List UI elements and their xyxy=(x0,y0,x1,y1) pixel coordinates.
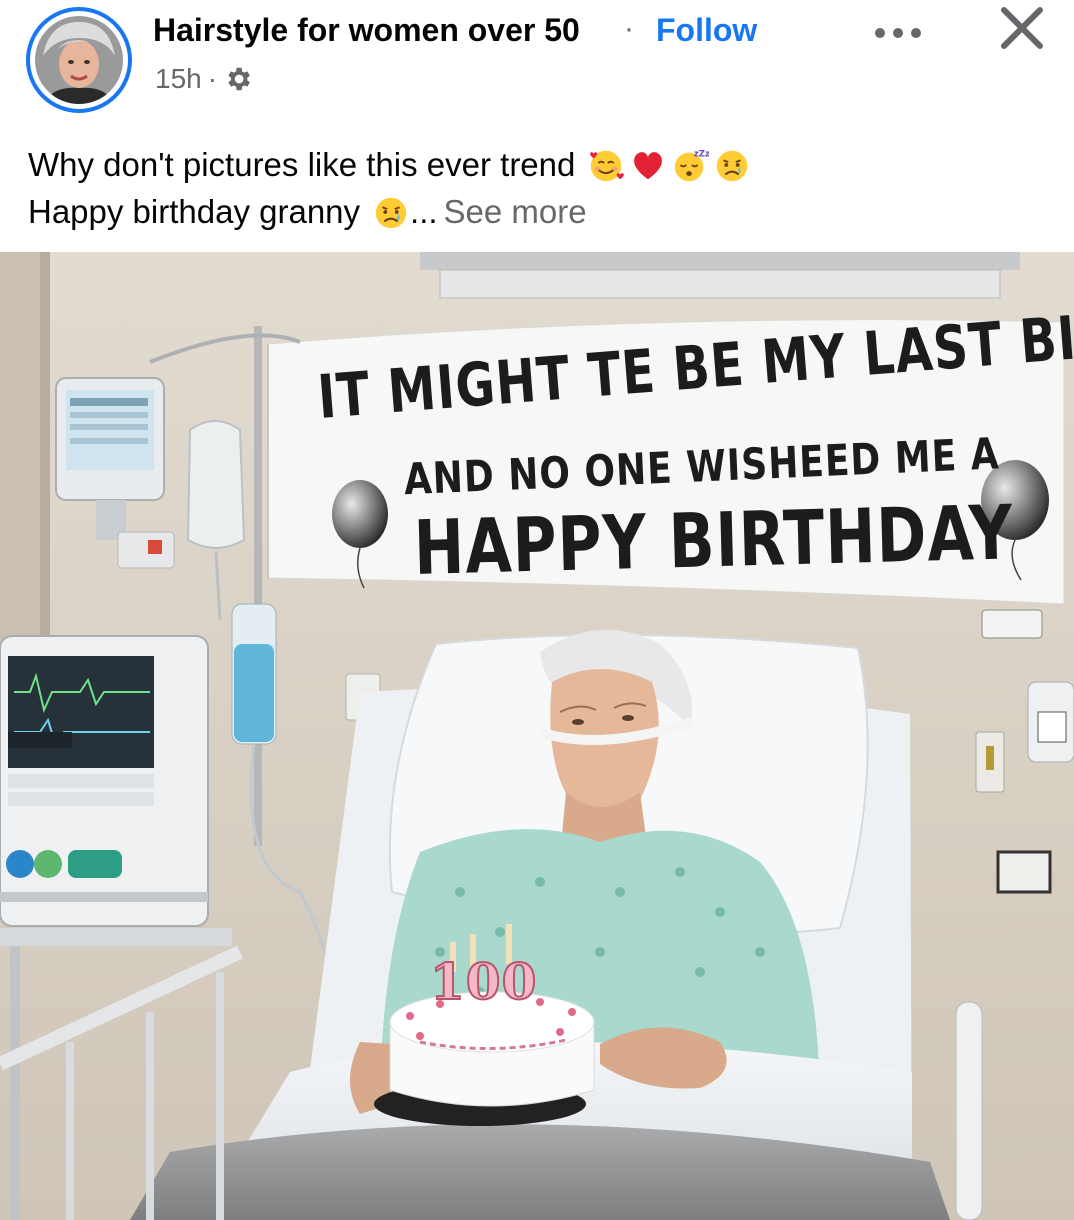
smiling-face-with-hearts-icon xyxy=(590,150,625,181)
more-options-button[interactable] xyxy=(868,16,928,50)
header-separator: · xyxy=(624,12,634,45)
close-icon xyxy=(1001,7,1043,49)
see-more-link[interactable]: See more xyxy=(444,188,587,235)
more-dots-icon xyxy=(875,28,921,38)
caption-text-line1: Why don't pictures like this ever trend xyxy=(28,146,576,183)
sad-but-relieved-face-icon xyxy=(717,150,748,181)
meta-separator: · xyxy=(207,63,218,94)
follow-button[interactable]: Follow xyxy=(656,12,757,49)
caption-ellipsis: ... xyxy=(410,193,438,230)
close-button[interactable] xyxy=(990,0,1054,56)
svg-text:zZz: zZz xyxy=(694,149,709,159)
caption-text-line2: Happy birthday granny xyxy=(28,193,361,230)
avatar-photo xyxy=(35,16,123,104)
page-avatar[interactable] xyxy=(26,7,132,113)
post-meta: 15h · xyxy=(155,63,253,95)
post-caption: Why don't pictures like this ever trend xyxy=(28,141,1048,235)
hospital-scene-illustration xyxy=(0,252,1074,1220)
red-heart-icon xyxy=(634,151,663,179)
post-image[interactable]: IT MIGHT TE BE MY LAST BIRTHDAY AND NO O… xyxy=(0,252,1074,1220)
page-name[interactable]: Hairstyle for women over 50 xyxy=(153,12,580,49)
sad-but-relieved-face-icon xyxy=(375,197,407,228)
sleeping-face-icon: zZz xyxy=(675,149,709,181)
gear-icon[interactable] xyxy=(223,64,253,94)
facebook-post: Hairstyle for women over 50 · Follow 15h… xyxy=(0,0,1074,1220)
post-timestamp[interactable]: 15h xyxy=(155,63,202,95)
